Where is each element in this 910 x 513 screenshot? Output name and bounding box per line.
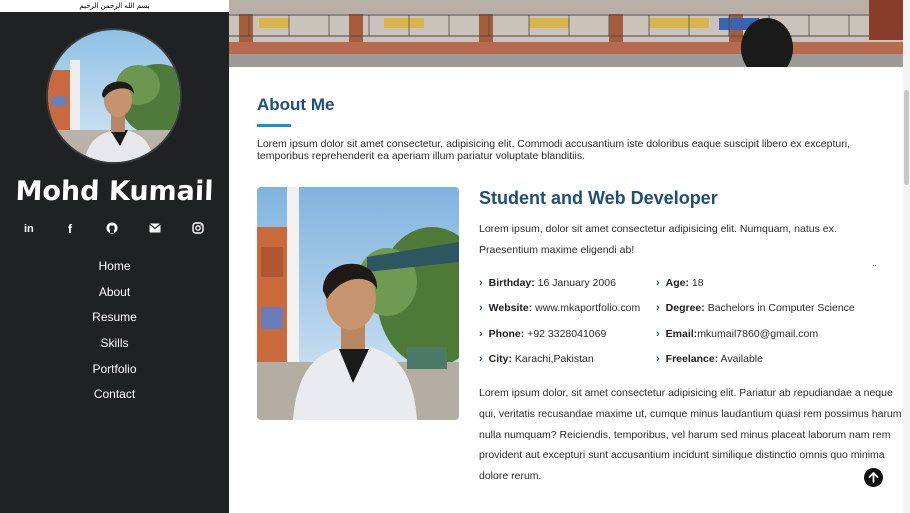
fact-value[interactable]: mkumail7860@gmail.com (697, 328, 818, 340)
section-title: About Me (257, 95, 335, 114)
linkedin-icon[interactable]: in (21, 219, 39, 237)
nav-portfolio[interactable]: Portfolio (0, 359, 229, 385)
chevron-right-icon: › (656, 353, 660, 365)
fact-value: 18 (689, 277, 704, 289)
arrow-up-icon (868, 472, 879, 483)
fact-label: Birthday: (488, 277, 535, 289)
brand-name: Mohd Kumail (15, 176, 214, 207)
fact-value: +92 3328041069 (524, 328, 607, 340)
profile-photo (257, 187, 459, 420)
avatar (46, 28, 182, 164)
fact-label: Phone: (488, 328, 525, 340)
fact-website: › Website: www.mkaportfolio.com (479, 302, 640, 314)
chevron-right-icon: › (479, 328, 483, 340)
chevron-right-icon: › (656, 302, 660, 314)
fact-value: Karachi,Pakistan (512, 353, 594, 365)
title-underline (257, 124, 291, 127)
social-links: in f (0, 219, 229, 237)
fact-label: Website: (488, 302, 533, 314)
chevron-right-icon: › (479, 302, 483, 314)
page-scrollbar[interactable] (903, 0, 910, 513)
svg-text:in: in (24, 223, 34, 234)
sidebar: بسم الله الرحمن الرحيم Mohd Kumail in f … (0, 0, 229, 513)
chevron-right-icon: › (479, 353, 483, 365)
fact-value[interactable]: www.mkaportfolio.com (532, 302, 640, 314)
fact-phone: › Phone: +92 3328041069 (479, 328, 606, 340)
instagram-icon[interactable] (189, 219, 207, 237)
role-title: Student and Web Developer (479, 188, 718, 208)
nav-skills[interactable]: Skills (0, 333, 229, 359)
fact-degree: › Degree: Bachelors in Computer Science (656, 302, 855, 314)
svg-text:f: f (68, 222, 73, 234)
fact-value: Available (718, 353, 763, 365)
fact-value: 16 January 2006 (534, 277, 616, 289)
fact-email: › Email:mkumail7860@gmail.com (656, 328, 818, 340)
email-icon[interactable] (146, 219, 164, 237)
fact-value: Bachelors in Computer Science (704, 302, 855, 314)
nav-contact[interactable]: Contact (0, 384, 229, 410)
fact-label: Degree: (665, 302, 705, 314)
fact-birthday: › Birthday: 16 January 2006 (479, 277, 616, 289)
nav-resume[interactable]: Resume (0, 307, 229, 333)
fact-label: Email: (665, 328, 698, 340)
chevron-right-icon: › (479, 277, 483, 289)
nav-about[interactable]: About (0, 282, 229, 308)
hero-banner-image (229, 0, 903, 67)
fact-label: City: (488, 353, 513, 365)
github-icon[interactable] (103, 219, 121, 237)
nav-home[interactable]: Home (0, 256, 229, 282)
facebook-icon[interactable]: f (62, 219, 80, 237)
ellipsis-dots: .. (872, 258, 878, 268)
scrollbar-thumb[interactable] (904, 90, 909, 185)
chevron-right-icon: › (656, 277, 660, 289)
fact-label: Age: (665, 277, 690, 289)
fact-city: › City: Karachi,Pakistan (479, 353, 594, 365)
sidebar-nav: Home About Resume Skills Portfolio Conta… (0, 256, 229, 410)
back-to-top-button[interactable] (864, 468, 883, 487)
fact-label: Freelance: (665, 353, 719, 365)
fact-freelance: › Freelance: Available (656, 353, 763, 365)
about-long-text: Lorem ipsum dolor, sit amet consectetur … (479, 387, 902, 483)
about-intro: Lorem ipsum dolor sit amet consectetur, … (257, 138, 850, 162)
bismillah-banner: بسم الله الرحمن الرحيم (0, 0, 229, 12)
role-description: Lorem ipsum, dolor sit amet consectetur … (479, 223, 837, 256)
chevron-right-icon: › (656, 328, 660, 340)
fact-age: › Age: 18 (656, 277, 704, 289)
